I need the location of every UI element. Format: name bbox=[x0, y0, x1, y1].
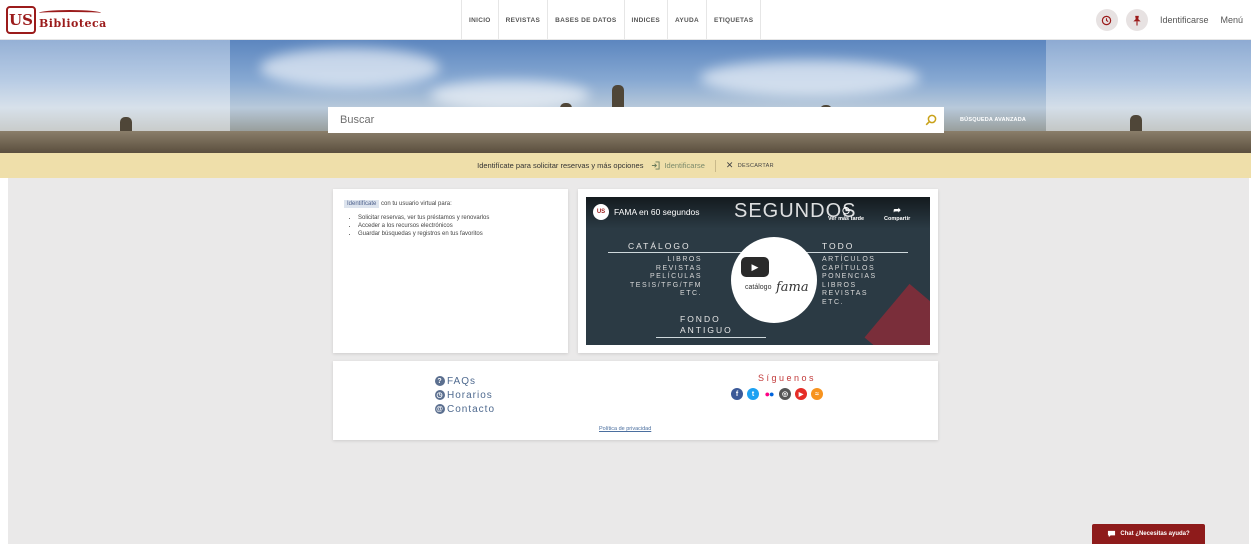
catalogo-item: PELÍCULAS bbox=[649, 273, 702, 280]
horarios-link[interactable]: ◷ Horarios bbox=[435, 388, 495, 402]
info-list-item: Guardar búsquedas y registros en tus fav… bbox=[358, 231, 557, 237]
share-icon: ➦ bbox=[893, 205, 901, 215]
main-nav: INICIO REVISTAS BASES DE DATOS INDICES A… bbox=[461, 0, 762, 40]
video-card: US FAMA en 60 segundos SEGUNDOS ◷ Ver má… bbox=[578, 189, 938, 353]
library-logo[interactable]: US Biblioteca bbox=[6, 6, 107, 34]
logo-wordmark: Biblioteca bbox=[39, 10, 107, 30]
watch-later-label: Ver más tarde bbox=[828, 216, 865, 222]
contacto-label: Contacto bbox=[447, 403, 496, 415]
video-brand-script: fama bbox=[776, 280, 809, 295]
fondo-heading-2: ANTIGUO bbox=[680, 325, 733, 335]
horarios-label: Horarios bbox=[447, 389, 493, 401]
video-divider bbox=[656, 337, 766, 338]
footer-card: ? FAQs ◷ Horarios @ Contacto Síguenos f … bbox=[333, 361, 938, 440]
chat-label: Chat ¿Necesitas ayuda? bbox=[1120, 531, 1190, 537]
privacy-policy-link[interactable]: Política de privacidad bbox=[599, 426, 651, 432]
social-icons: f t ● ● ◎ ▶ ≈ bbox=[731, 388, 823, 400]
todo-item: PONENCIAS bbox=[822, 273, 877, 280]
advanced-search-link[interactable]: BÚSQUEDA AVANZADA bbox=[960, 117, 1026, 123]
nav-inicio[interactable]: INICIO bbox=[461, 0, 498, 40]
catalogo-item: TESIS/TFG/TFM bbox=[630, 281, 702, 289]
follow-us-title: Síguenos bbox=[758, 373, 817, 383]
todo-item: ETC. bbox=[822, 298, 844, 306]
todo-heading: TODO bbox=[822, 241, 855, 251]
share-button[interactable]: ➦ Compartir bbox=[884, 205, 910, 222]
share-label: Compartir bbox=[884, 216, 911, 222]
help-links: ? FAQs ◷ Horarios @ Contacto bbox=[435, 374, 495, 416]
catalogo-item: ETC. bbox=[680, 290, 702, 297]
hero-banner bbox=[0, 40, 1251, 153]
clock-icon: ◷ bbox=[435, 390, 445, 400]
nav-revistas[interactable]: REVISTAS bbox=[497, 0, 547, 40]
info-intro: con tu usuario virtual para: bbox=[381, 201, 452, 207]
logo-swoosh bbox=[39, 10, 101, 16]
banner-message: Identifícate para solicitar reservas y m… bbox=[477, 161, 644, 170]
close-icon: ✕ bbox=[725, 160, 734, 170]
identify-info-card: Identifícate con tu usuario virtual para… bbox=[333, 189, 568, 353]
menu-link[interactable]: Menú bbox=[1220, 15, 1243, 25]
watch-later-button[interactable]: ◷ Ver más tarde bbox=[828, 205, 864, 222]
play-icon: ▶ bbox=[751, 261, 759, 272]
info-list-item: Solicitar reservas, ver tus préstamos y … bbox=[358, 215, 557, 221]
identify-badge-link[interactable]: Identifícate bbox=[344, 200, 380, 208]
video-center-circle: catálogo fama bbox=[731, 237, 817, 323]
video-brand-small: catálogo bbox=[745, 284, 772, 291]
search-icon[interactable] bbox=[918, 107, 944, 133]
todo-items: ARTÍCULOS CAPÍTULOS PONENCIAS LIBROS REV… bbox=[822, 256, 877, 307]
nav-ayuda[interactable]: AYUDA bbox=[666, 0, 706, 40]
contacto-link[interactable]: @ Contacto bbox=[435, 402, 495, 416]
banner-separator bbox=[714, 159, 716, 172]
fondo-heading: FONDO bbox=[680, 314, 721, 324]
main-content: Identifícate con tu usuario virtual para… bbox=[8, 178, 1249, 544]
logo-name: Biblioteca bbox=[39, 17, 107, 30]
hero-roofline bbox=[0, 131, 1251, 153]
banner-identify-label: Identificarse bbox=[664, 161, 705, 170]
nav-etiquetas[interactable]: ETIQUETAS bbox=[705, 0, 762, 40]
hero-cloud bbox=[700, 60, 920, 96]
banner-identify-link[interactable]: Identificarse bbox=[651, 161, 705, 170]
question-icon: ? bbox=[435, 376, 445, 386]
catalogo-items: LIBROS REVISTAS PELÍCULAS TESIS/TFG/TFM … bbox=[616, 256, 702, 299]
top-header: US Biblioteca INICIO REVISTAS BASES DE D… bbox=[0, 0, 1251, 40]
catalogo-item: LIBROS bbox=[667, 256, 702, 263]
play-button[interactable]: ▶ bbox=[741, 257, 769, 277]
login-icon bbox=[652, 161, 661, 170]
channel-avatar[interactable]: US bbox=[593, 204, 609, 220]
clock-icon: ◷ bbox=[842, 205, 850, 215]
video-player[interactable]: US FAMA en 60 segundos SEGUNDOS ◷ Ver má… bbox=[586, 197, 930, 345]
contact-icon: @ bbox=[435, 404, 445, 414]
youtube-icon[interactable]: ▶ bbox=[795, 388, 807, 400]
university-crest-icon: US bbox=[6, 6, 36, 34]
history-icon[interactable] bbox=[1095, 9, 1118, 31]
twitter-icon[interactable]: t bbox=[747, 388, 759, 400]
info-list-item: Acceder a los recursos electrónicos bbox=[358, 223, 557, 229]
banner-discard-label: DESCARTAR bbox=[737, 162, 774, 169]
todo-item: LIBROS bbox=[822, 281, 857, 289]
faqs-link[interactable]: ? FAQs bbox=[435, 374, 495, 388]
todo-item: REVISTAS bbox=[822, 290, 869, 297]
chat-help-button[interactable]: Chat ¿Necesitas ayuda? bbox=[1092, 524, 1205, 544]
faqs-label: FAQs bbox=[447, 375, 477, 387]
catalogo-item: REVISTAS bbox=[655, 264, 702, 272]
search-bar bbox=[328, 107, 944, 133]
todo-item: ARTÍCULOS bbox=[822, 256, 876, 263]
pin-icon[interactable] bbox=[1125, 9, 1148, 31]
flickr-icon[interactable]: ● ● bbox=[763, 388, 775, 400]
facebook-icon[interactable]: f bbox=[731, 388, 743, 400]
video-title[interactable]: FAMA en 60 segundos bbox=[614, 207, 700, 217]
banner-discard-button[interactable]: ✕ DESCARTAR bbox=[726, 160, 774, 171]
rss-icon[interactable]: ≈ bbox=[811, 388, 823, 400]
catalogo-heading: CATÁLOGO bbox=[628, 241, 691, 251]
header-actions: Identificarse Menú bbox=[1095, 9, 1243, 31]
search-input[interactable] bbox=[328, 107, 918, 133]
identify-link[interactable]: Identificarse bbox=[1160, 15, 1209, 25]
nav-bases-de-datos[interactable]: BASES DE DATOS bbox=[547, 0, 623, 40]
chat-icon bbox=[1108, 530, 1116, 538]
nav-indices[interactable]: INDICES bbox=[623, 0, 667, 40]
info-list: Solicitar reservas, ver tus préstamos y … bbox=[344, 215, 557, 237]
identify-banner: Identifícate para solicitar reservas y m… bbox=[0, 153, 1251, 178]
hero-cloud bbox=[260, 48, 440, 88]
todo-item: CAPÍTULOS bbox=[822, 264, 876, 272]
instagram-icon[interactable]: ◎ bbox=[779, 388, 791, 400]
